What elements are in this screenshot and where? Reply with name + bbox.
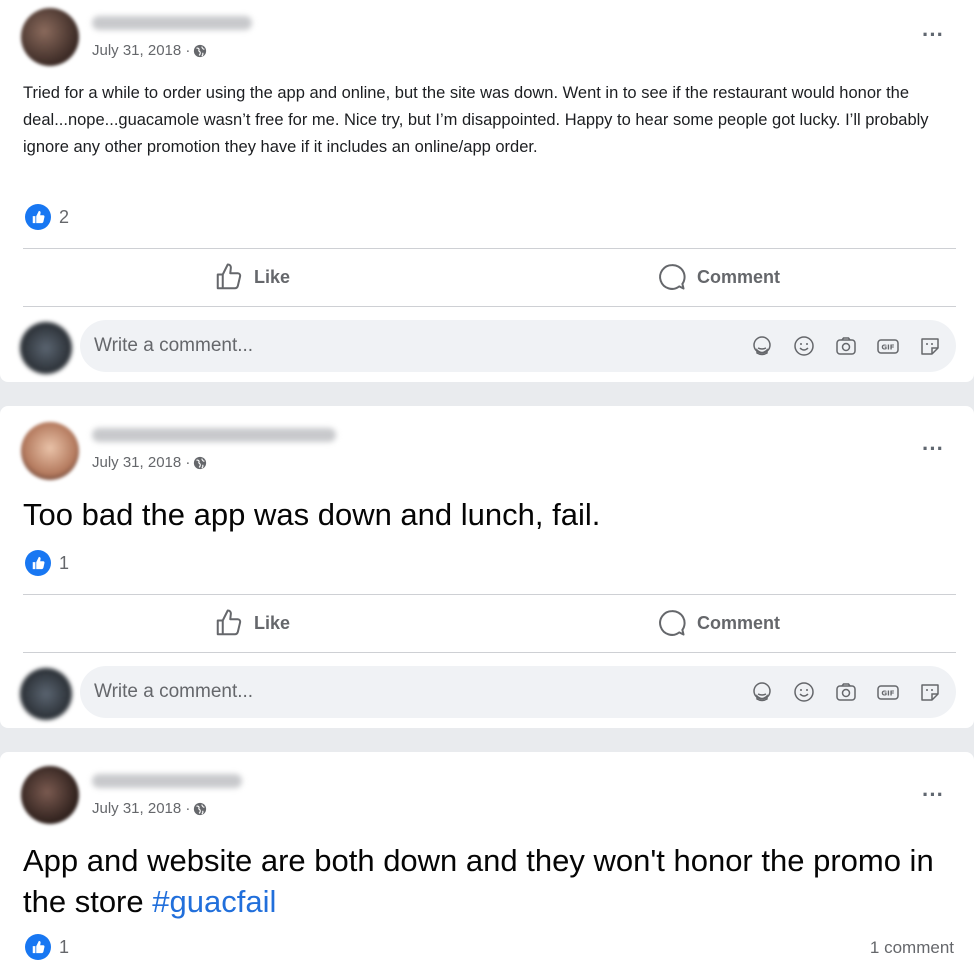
comment-input[interactable]: [94, 666, 734, 718]
reaction-summary[interactable]: 1: [25, 934, 69, 960]
sticker-icon[interactable]: [916, 678, 944, 706]
comment-input[interactable]: [94, 320, 734, 372]
like-reaction-icon: [25, 934, 51, 960]
like-button[interactable]: Like: [214, 608, 290, 638]
post-text: Too bad the app was down and lunch, fail…: [23, 497, 601, 532]
like-label: Like: [254, 612, 291, 633]
post-date[interactable]: July 31, 2018 ·: [92, 454, 190, 471]
avatar-sticker-icon[interactable]: [748, 678, 776, 706]
thumbs-up-icon: [216, 263, 242, 290]
comment-tools: GIF: [748, 678, 944, 706]
globe-icon: [194, 44, 207, 57]
comment-button[interactable]: Comment: [657, 608, 780, 638]
author-avatar[interactable]: [21, 766, 79, 824]
comment-box[interactable]: GIF: [80, 666, 956, 718]
hashtag-link[interactable]: #guacfail: [152, 884, 276, 919]
post-text: App and website are both down and they w…: [23, 840, 943, 922]
svg-text:GIF: GIF: [881, 344, 894, 352]
divider: [23, 306, 956, 307]
comment-label: Comment: [697, 612, 781, 633]
gif-icon[interactable]: GIF: [874, 678, 902, 706]
post-3: July 31, 2018 · ··· App and website are …: [0, 752, 974, 974]
post-text: Tried for a while to order using the app…: [23, 84, 929, 156]
like-button[interactable]: Like: [214, 262, 290, 292]
divider: [23, 652, 956, 653]
comment-bubble-icon: [659, 610, 686, 636]
more-options-icon[interactable]: ···: [922, 438, 944, 460]
post-meta: July 31, 2018 ·: [92, 800, 207, 817]
author-avatar[interactable]: [21, 422, 79, 480]
like-reaction-icon: [25, 204, 51, 230]
camera-icon[interactable]: [832, 332, 860, 360]
globe-icon: [194, 456, 207, 469]
like-count: 1: [59, 552, 70, 573]
post-date[interactable]: July 31, 2018 ·: [92, 800, 190, 817]
author-name-blurred[interactable]: [92, 16, 252, 30]
like-label: Like: [254, 266, 291, 287]
post-date[interactable]: July 31, 2018 ·: [92, 42, 190, 59]
gif-icon[interactable]: GIF: [874, 332, 902, 360]
divider: [23, 594, 956, 595]
comment-tools: GIF: [748, 332, 944, 360]
svg-text:GIF: GIF: [881, 690, 894, 698]
camera-icon[interactable]: [832, 678, 860, 706]
current-user-avatar[interactable]: [20, 322, 72, 374]
author-name-blurred[interactable]: [92, 774, 242, 788]
comment-count-link[interactable]: 1 comment: [870, 938, 954, 958]
post-1: July 31, 2018 · ··· Tried for a while to…: [0, 0, 974, 382]
comment-bubble-icon: [659, 264, 686, 290]
more-options-icon[interactable]: ···: [922, 784, 944, 806]
comment-label: Comment: [697, 266, 781, 287]
thumbs-up-icon: [216, 609, 242, 636]
avatar-sticker-icon[interactable]: [748, 332, 776, 360]
comment-box[interactable]: GIF: [80, 320, 956, 372]
author-avatar[interactable]: [21, 8, 79, 66]
reaction-summary[interactable]: 1: [25, 550, 69, 576]
more-options-icon[interactable]: ···: [922, 24, 944, 46]
post-meta: July 31, 2018 ·: [92, 454, 207, 471]
like-count: 1: [59, 936, 70, 957]
post-2: July 31, 2018 · ··· Too bad the app was …: [0, 406, 974, 728]
sticker-icon[interactable]: [916, 332, 944, 360]
globe-icon: [194, 802, 207, 815]
divider: [23, 248, 956, 249]
emoji-icon[interactable]: [790, 678, 818, 706]
comment-button[interactable]: Comment: [657, 262, 780, 292]
current-user-avatar[interactable]: [20, 668, 72, 720]
like-count: 2: [59, 206, 70, 227]
reaction-summary[interactable]: 2: [25, 204, 69, 230]
like-reaction-icon: [25, 550, 51, 576]
emoji-icon[interactable]: [790, 332, 818, 360]
author-name-blurred[interactable]: [92, 428, 336, 442]
post-meta: July 31, 2018 ·: [92, 42, 207, 59]
